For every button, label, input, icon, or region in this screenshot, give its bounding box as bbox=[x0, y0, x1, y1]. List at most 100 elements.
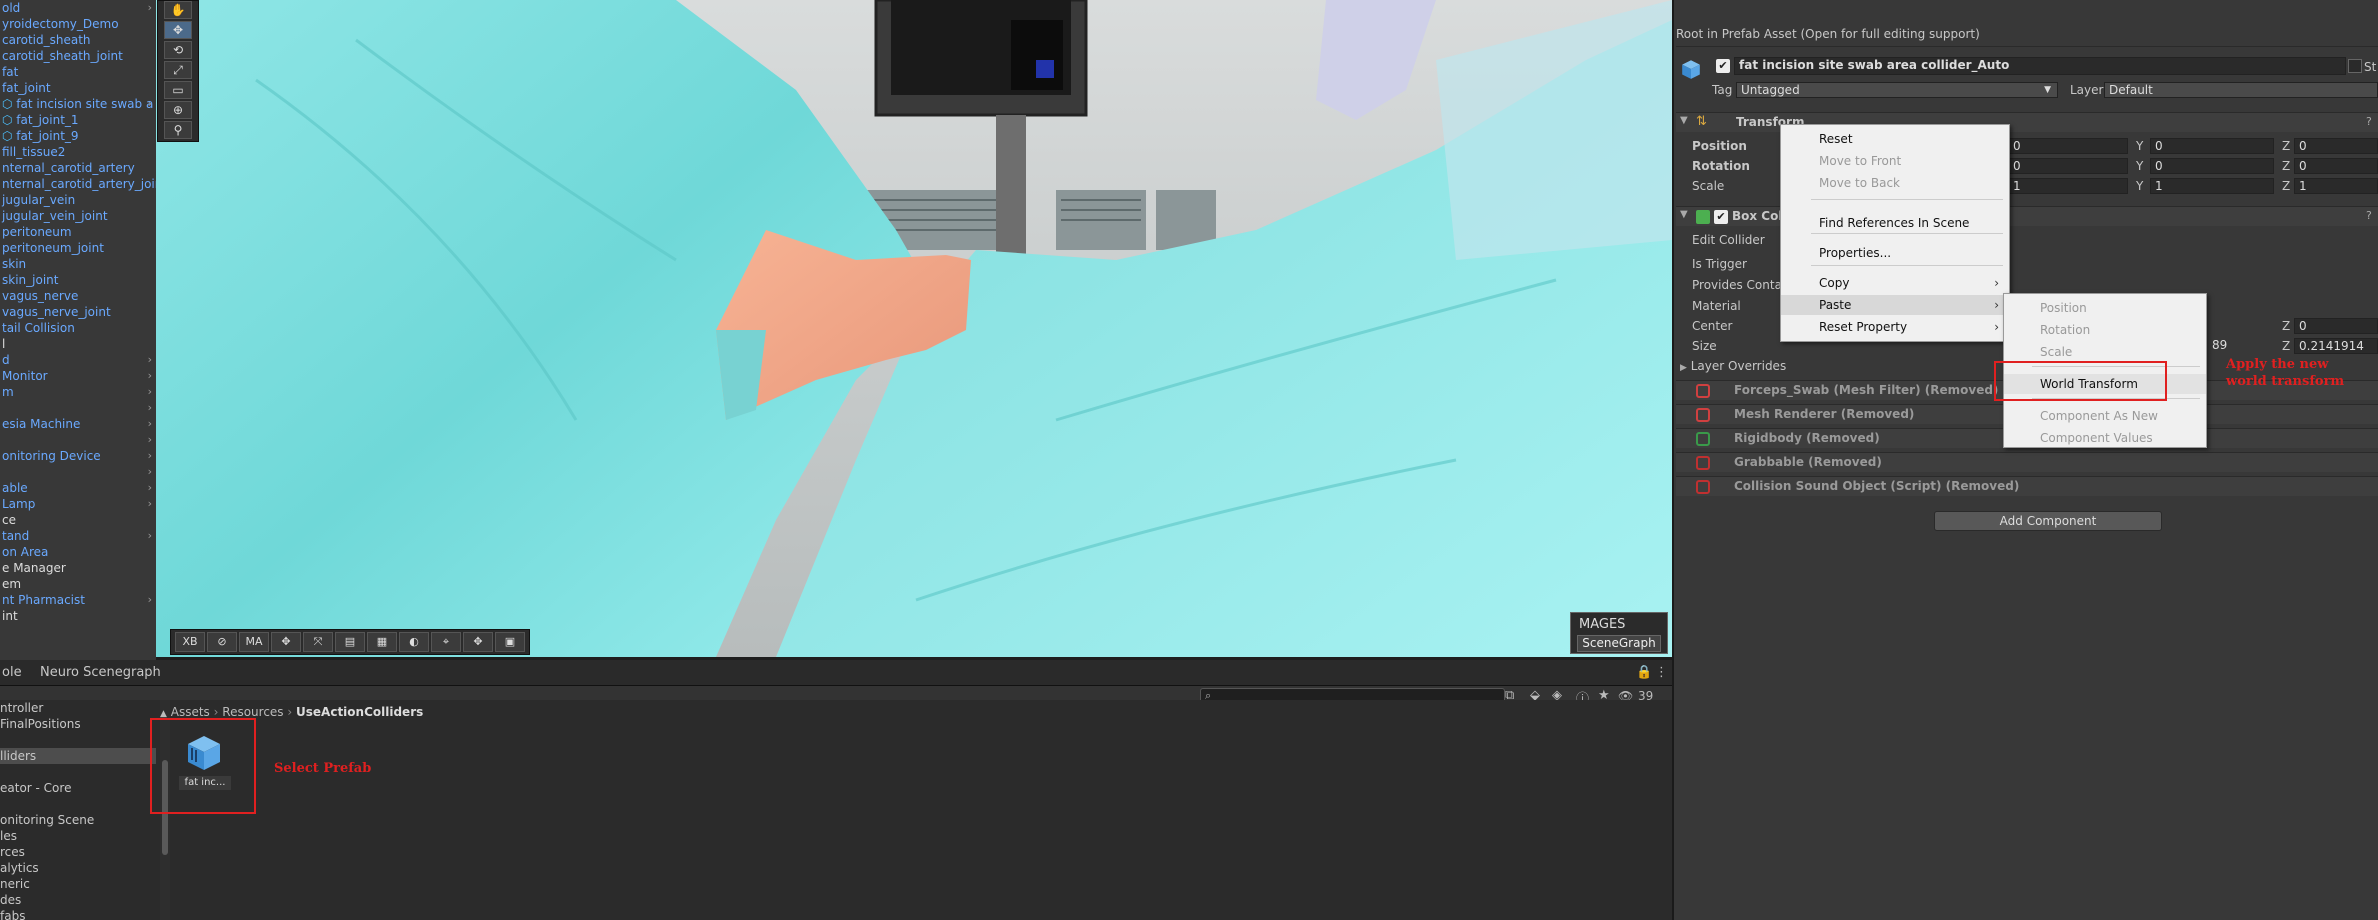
hierarchy-item[interactable]: skin_joint bbox=[0, 272, 156, 288]
layer-overrides-foldout[interactable]: ▶ Layer Overrides bbox=[1680, 358, 1786, 376]
hierarchy-item[interactable]: nternal_carotid_artery_joint bbox=[0, 176, 156, 192]
folder-tree-item[interactable]: neric bbox=[0, 876, 156, 892]
paste-submenu-item[interactable]: Position bbox=[2004, 298, 2206, 318]
hierarchy-item[interactable]: on Area bbox=[0, 544, 156, 560]
folder-tree-item[interactable]: lliders bbox=[0, 748, 156, 764]
hierarchy-item[interactable]: e Manager bbox=[0, 560, 156, 576]
scene-tool-button[interactable]: XB bbox=[175, 632, 205, 652]
chevron-right-icon[interactable]: › bbox=[148, 416, 152, 432]
transform-tool-icon[interactable]: ⊕ bbox=[164, 101, 192, 119]
context-menu-item[interactable]: Reset Property › bbox=[1781, 317, 2009, 337]
hierarchy-item[interactable]: skin bbox=[0, 256, 156, 272]
scene-tool-button[interactable]: ⌖ bbox=[431, 632, 461, 652]
hierarchy-item[interactable]: Monitor › bbox=[0, 368, 156, 384]
hierarchy-item[interactable]: l bbox=[0, 336, 156, 352]
context-menu-item[interactable]: Find References In Scene bbox=[1781, 213, 2009, 233]
scene-tool-button[interactable]: ◐ bbox=[399, 632, 429, 652]
removed-component-row[interactable]: Grabbable (Removed) bbox=[1676, 452, 2378, 472]
hierarchy-item[interactable]: jugular_vein bbox=[0, 192, 156, 208]
hierarchy-item[interactable]: tail Collision bbox=[0, 320, 156, 336]
hierarchy-item[interactable]: jugular_vein_joint bbox=[0, 208, 156, 224]
hierarchy-item[interactable]: d › bbox=[0, 352, 156, 368]
hierarchy-item[interactable]: Lamp › bbox=[0, 496, 156, 512]
context-menu-item[interactable]: Copy › bbox=[1781, 273, 2009, 293]
rotation-z-field[interactable]: 0 bbox=[2294, 158, 2378, 174]
help-icon[interactable]: ? bbox=[2366, 209, 2372, 222]
hierarchy-item[interactable]: fill_tissue2 bbox=[0, 144, 156, 160]
context-menu-item[interactable]: Properties... bbox=[1781, 243, 2009, 263]
context-menu-item[interactable]: Move to Back bbox=[1781, 173, 2009, 193]
rotation-x-field[interactable]: 0 bbox=[2008, 158, 2128, 174]
chevron-right-icon[interactable]: › bbox=[148, 480, 152, 496]
center-z-field[interactable]: 0 bbox=[2294, 318, 2378, 334]
object-name-field[interactable]: fat incision site swab area collider_Aut… bbox=[1734, 57, 2346, 75]
chevron-right-icon[interactable]: › bbox=[148, 400, 152, 416]
scene-tool-button[interactable]: ▤ bbox=[335, 632, 365, 652]
context-menu-item[interactable]: Reset bbox=[1781, 129, 2009, 149]
tag-dropdown[interactable]: Untagged ▼ bbox=[1736, 82, 2058, 98]
scene-tool-button[interactable]: MA bbox=[239, 632, 269, 652]
chevron-right-icon[interactable]: › bbox=[148, 592, 152, 608]
hierarchy-item[interactable]: peritoneum bbox=[0, 224, 156, 240]
folder-tree-item[interactable]: alytics bbox=[0, 860, 156, 876]
scene-view[interactable] bbox=[156, 0, 1672, 657]
scale-x-field[interactable]: 1 bbox=[2008, 178, 2128, 194]
scene-tool-button[interactable]: ✥ bbox=[271, 632, 301, 652]
size-y-field[interactable]: 89 bbox=[2208, 338, 2274, 354]
tab-neuro-scenegraph[interactable]: Neuro Scenegraph bbox=[40, 660, 161, 686]
chevron-right-icon[interactable]: › bbox=[148, 448, 152, 464]
scenegraph-button[interactable]: SceneGraph bbox=[1577, 635, 1661, 652]
folder-tree-item[interactable]: les bbox=[0, 828, 156, 844]
folder-tree-item[interactable]: FinalPositions bbox=[0, 716, 156, 732]
hierarchy-item[interactable]: › bbox=[0, 464, 156, 480]
hierarchy-item[interactable]: ⬡ fat_joint_9 bbox=[0, 128, 156, 144]
position-x-field[interactable]: 0 bbox=[2008, 138, 2128, 154]
scene-tool-button[interactable]: ⤧ bbox=[303, 632, 333, 652]
box-collider-enabled-checkbox[interactable]: ✔ bbox=[1714, 210, 1728, 224]
hierarchy-item[interactable]: onitoring Device › bbox=[0, 448, 156, 464]
rotation-y-field[interactable]: 0 bbox=[2150, 158, 2274, 174]
hierarchy-item[interactable]: ⬡ fat_joint_1 bbox=[0, 112, 156, 128]
chevron-right-icon[interactable]: › bbox=[148, 432, 152, 448]
lock-icon[interactable]: 🔒 bbox=[1636, 660, 1652, 686]
paste-submenu-item[interactable]: Rotation bbox=[2004, 320, 2206, 340]
hierarchy-item[interactable]: carotid_sheath_joint bbox=[0, 48, 156, 64]
hierarchy-item[interactable]: vagus_nerve_joint bbox=[0, 304, 156, 320]
layer-dropdown[interactable]: Default bbox=[2104, 82, 2378, 98]
folder-tree-item[interactable]: eator - Core bbox=[0, 780, 156, 796]
hierarchy-item[interactable]: esia Machine › bbox=[0, 416, 156, 432]
position-z-field[interactable]: 0 bbox=[2294, 138, 2378, 154]
removed-component-row[interactable]: Collision Sound Object (Script) (Removed… bbox=[1676, 476, 2378, 496]
hierarchy-item[interactable]: int bbox=[0, 608, 156, 624]
scene-tool-button[interactable]: ⊘ bbox=[207, 632, 237, 652]
paste-submenu-item[interactable]: Scale bbox=[2004, 342, 2206, 362]
paste-submenu-item[interactable]: Component Values bbox=[2004, 428, 2206, 448]
scale-tool-icon[interactable]: ⤢ bbox=[164, 61, 192, 79]
hierarchy-item[interactable]: em bbox=[0, 576, 156, 592]
scene-tool-button[interactable]: ▣ bbox=[495, 632, 525, 652]
chevron-right-icon[interactable]: › bbox=[148, 0, 152, 16]
rect-tool-icon[interactable]: ▭ bbox=[164, 81, 192, 99]
hierarchy-item[interactable]: nternal_carotid_artery bbox=[0, 160, 156, 176]
help-icon[interactable]: ? bbox=[2366, 115, 2372, 128]
hierarchy-item[interactable]: ce bbox=[0, 512, 156, 528]
folder-tree-item[interactable]: rces bbox=[0, 844, 156, 860]
folder-tree-item[interactable]: des bbox=[0, 892, 156, 908]
chevron-right-icon[interactable]: › bbox=[148, 352, 152, 368]
folder-tree-item[interactable]: ntroller bbox=[0, 700, 156, 716]
folder-tree-item[interactable]: onitoring Scene bbox=[0, 812, 156, 828]
move-tool-icon[interactable]: ✥ bbox=[164, 21, 192, 39]
folder-tree-item[interactable]: fabs bbox=[0, 908, 156, 920]
hierarchy-item[interactable]: yroidectomy_Demo bbox=[0, 16, 156, 32]
context-menu-item[interactable]: Paste › bbox=[1781, 295, 2009, 315]
breadcrumb-useactioncolliders[interactable]: UseActionColliders bbox=[296, 705, 423, 719]
hand-tool-icon[interactable]: ✋ bbox=[164, 1, 192, 19]
chevron-right-icon[interactable]: › bbox=[148, 496, 152, 512]
chevron-right-icon[interactable]: › bbox=[148, 384, 152, 400]
hierarchy-item[interactable]: old › bbox=[0, 0, 156, 16]
hierarchy-item[interactable]: ⬡ fat incision site swab a › bbox=[0, 96, 156, 112]
hierarchy-item[interactable]: m › bbox=[0, 384, 156, 400]
chevron-right-icon[interactable]: › bbox=[148, 464, 152, 480]
scale-y-field[interactable]: 1 bbox=[2150, 178, 2274, 194]
tab-console[interactable]: ole bbox=[2, 660, 22, 686]
